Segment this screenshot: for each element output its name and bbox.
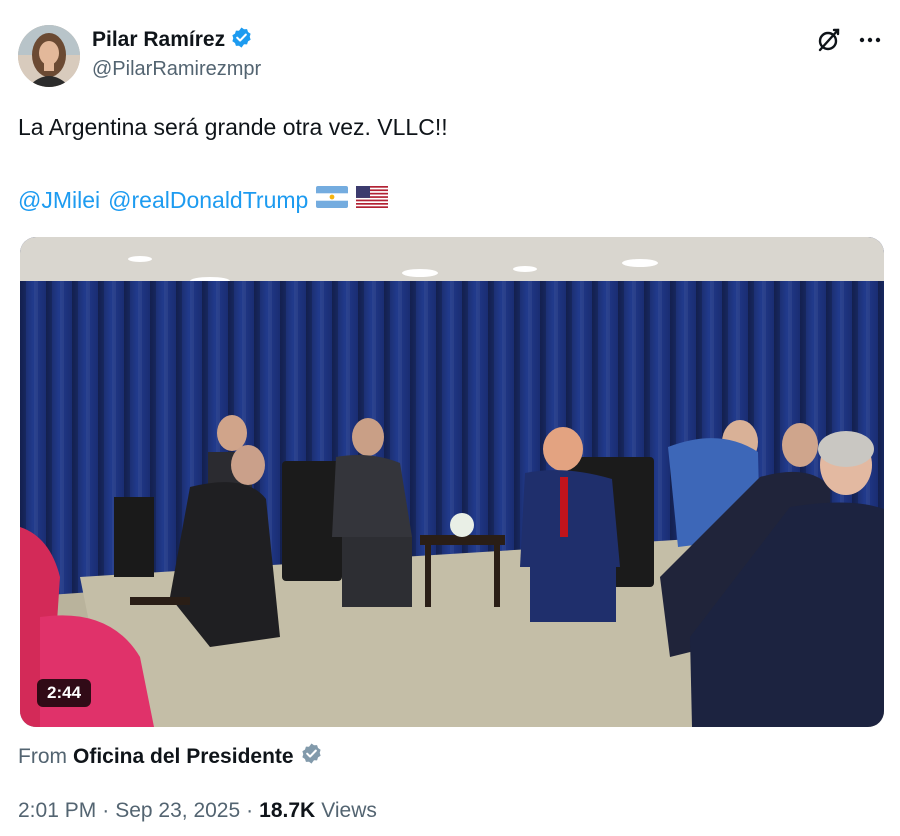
views-count: 18.7K	[259, 799, 316, 822]
avatar[interactable]	[18, 25, 80, 87]
tweet-mentions: @JMilei @realDonaldTrump	[18, 186, 389, 214]
author-handle[interactable]: @PilarRamirezmpr	[92, 58, 261, 81]
tweet-time[interactable]: 2:01 PM	[18, 799, 96, 823]
views-label: Views	[321, 799, 377, 822]
gray-verified-badge-icon	[300, 742, 323, 771]
tweet-text: La Argentina será grande otra vez. VLLC!…	[18, 114, 448, 140]
video-thumbnail	[20, 237, 884, 727]
tweet-meta: 2:01 PM · Sep 23, 2025 · 18.7K Views	[18, 799, 377, 823]
author-name-row: Pilar Ramírez	[92, 26, 253, 54]
us-flag-icon	[356, 186, 389, 214]
source-attribution: From Oficina del Presidente	[18, 742, 323, 771]
video-duration-badge: 2:44	[37, 679, 92, 707]
avatar-image	[18, 25, 80, 87]
verified-badge-icon	[230, 26, 253, 54]
source-account-link[interactable]: Oficina del Presidente	[73, 745, 294, 769]
tweet-actions-top	[816, 27, 882, 53]
tweet-date[interactable]: Sep 23, 2025	[115, 799, 240, 823]
mention-link[interactable]: @realDonaldTrump	[108, 187, 308, 214]
mention-link[interactable]: @JMilei	[18, 187, 100, 214]
author-display-name[interactable]: Pilar Ramírez	[92, 28, 225, 52]
meta-separator: ·	[102, 799, 110, 822]
video-player[interactable]	[20, 237, 884, 727]
more-options-icon[interactable]	[858, 36, 882, 44]
argentina-flag-icon	[316, 186, 349, 214]
meta-separator: ·	[246, 799, 254, 822]
grok-icon[interactable]	[816, 27, 842, 53]
source-prefix: From	[18, 744, 67, 768]
